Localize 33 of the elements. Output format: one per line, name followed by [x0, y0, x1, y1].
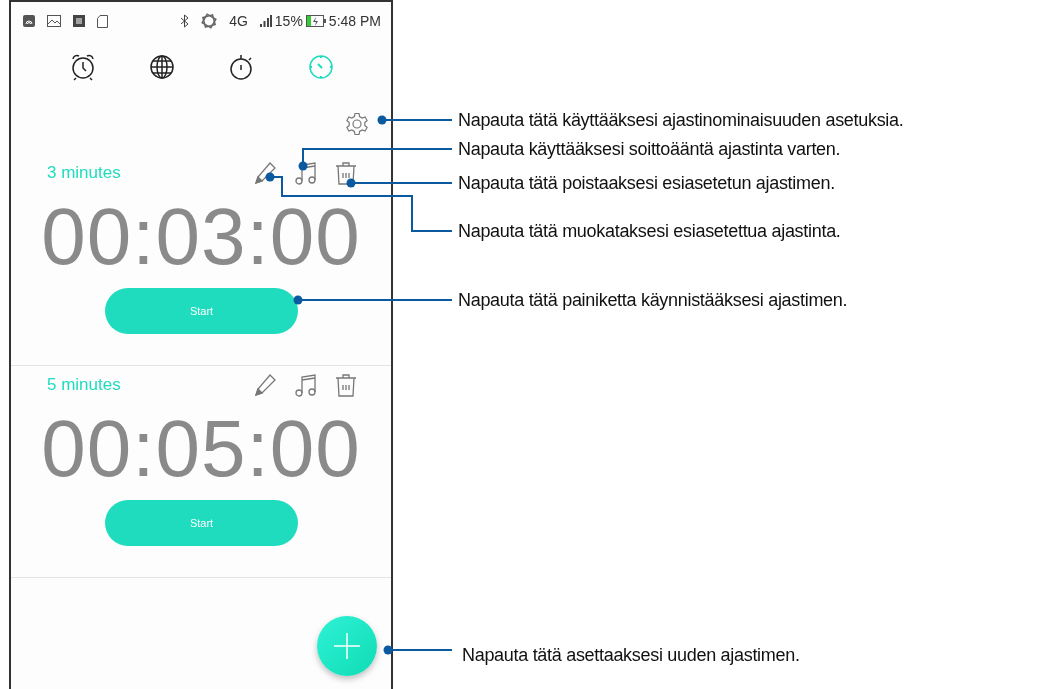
callout-text: Napauta tätä asettaaksesi uuden ajastimen.: [462, 644, 800, 666]
callout-text: Napauta tätä painiketta käynnistääksesi ajastimen.: [458, 289, 848, 311]
music-note-icon[interactable]: [295, 161, 317, 185]
battery-charging-icon: [305, 15, 326, 27]
timer-icon: [306, 53, 335, 81]
network-type: 4G: [229, 13, 248, 29]
music-note-icon[interactable]: [295, 373, 317, 397]
clock-time: 5:48 PM: [328, 13, 381, 29]
bluetooth-icon: [180, 14, 190, 28]
start-button[interactable]: Start: [105, 500, 298, 546]
timer-display: 00:05:00: [41, 414, 361, 484]
trash-icon[interactable]: [335, 161, 357, 185]
battery-percent: 15%: [274, 13, 303, 29]
sd-card-icon: [97, 14, 108, 28]
leader-line: [383, 645, 453, 655]
plus-icon: [334, 633, 360, 659]
callout-text: Napauta tätä käyttääksesi ajastinominaisuuden asetuksia.: [458, 109, 904, 131]
start-button[interactable]: Start: [105, 288, 298, 334]
globe-icon: [148, 54, 175, 80]
signal-icon: [259, 15, 272, 27]
callout-text: Napauta käyttääksesi soittoääntä ajastinta varten.: [458, 138, 841, 160]
pencil-icon[interactable]: [253, 373, 277, 397]
callout-text: Napauta tätä poistaaksesi esiasetetun ajastimen.: [458, 172, 835, 194]
pencil-icon[interactable]: [253, 161, 277, 185]
alarm-clock-icon: [69, 53, 96, 81]
settings-icon[interactable]: [345, 112, 369, 136]
timer-name: 5 minutes: [47, 375, 122, 395]
timer-display: 00:03:00: [41, 202, 361, 272]
stopwatch-icon: [227, 53, 254, 81]
callout-text: Napauta tätä muokataksesi esiasetettua ajastinta.: [458, 220, 841, 242]
timer-name: 3 minutes: [47, 163, 122, 183]
trash-icon[interactable]: [335, 373, 357, 397]
image-icon: [47, 15, 61, 27]
